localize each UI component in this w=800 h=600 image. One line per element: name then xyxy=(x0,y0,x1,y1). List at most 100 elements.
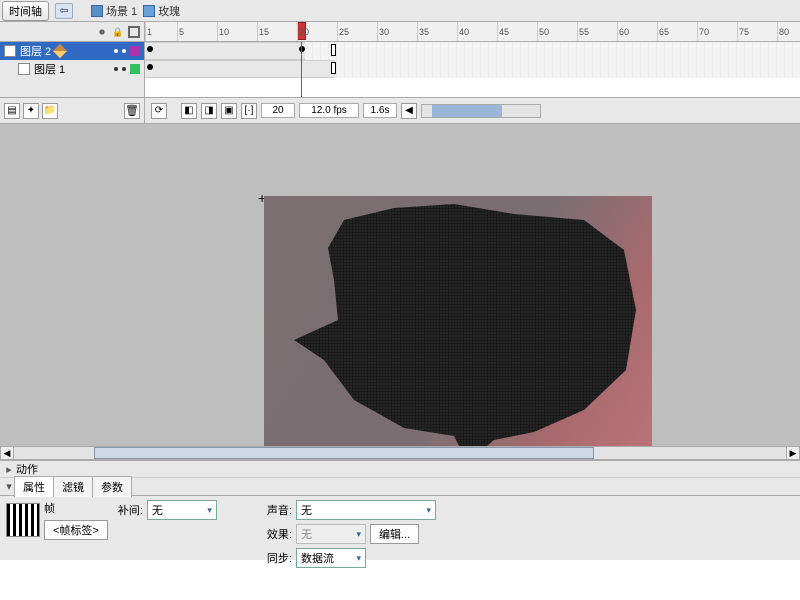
ruler-tick: 10 xyxy=(217,22,229,41)
tween-select[interactable]: 无▾ xyxy=(147,500,217,520)
symbol-label: 玫瑰 xyxy=(158,3,180,19)
lock-icon[interactable] xyxy=(112,26,124,38)
timeline-scrollbar[interactable] xyxy=(421,104,541,118)
ruler-tick: 5 xyxy=(177,22,184,41)
ruler-tick: 25 xyxy=(337,22,349,41)
chevron-down-icon: ▾ xyxy=(207,505,212,516)
scroll-left-icon[interactable]: ◀ xyxy=(0,446,14,460)
sync-label: 同步: xyxy=(267,550,292,566)
layer-color-chip[interactable] xyxy=(130,64,140,74)
ruler-tick: 55 xyxy=(577,22,589,41)
ruler-tick: 35 xyxy=(417,22,429,41)
new-motion-button[interactable]: ✦ xyxy=(23,103,39,119)
pencil-icon xyxy=(53,44,67,58)
outline-icon[interactable] xyxy=(128,26,140,38)
lock-dot[interactable] xyxy=(122,49,126,53)
frame-info: 帧 <帧标签> xyxy=(6,500,108,540)
delete-layer-button[interactable] xyxy=(124,103,140,119)
effect-label: 效果: xyxy=(267,526,292,542)
new-layer-button[interactable]: ▤ xyxy=(4,103,20,119)
scroll-right-icon[interactable]: ▶ xyxy=(786,446,800,460)
chevron-down-icon: ▾ xyxy=(356,529,361,540)
back-arrow-icon[interactable]: ⇦ xyxy=(55,3,73,19)
keyframe-icon[interactable] xyxy=(147,64,153,70)
scene-label: 场景 1 xyxy=(106,3,137,19)
layers-area: 图层 2 图层 1 xyxy=(0,42,800,98)
panel-title: 动作 xyxy=(16,461,38,477)
layer-header-icons xyxy=(0,22,145,41)
layer-name: 图层 1 xyxy=(34,61,65,77)
scene-icon xyxy=(91,5,103,17)
symbol-icon xyxy=(143,5,155,17)
ruler-tick: 45 xyxy=(497,22,509,41)
onion-skin-button[interactable]: ◧ xyxy=(181,103,197,119)
ruler-tick: 40 xyxy=(457,22,469,41)
ruler-tick: 75 xyxy=(737,22,749,41)
visibility-dot[interactable] xyxy=(114,49,118,53)
frame-tag-button[interactable]: <帧标签> xyxy=(44,520,108,540)
visibility-icon[interactable] xyxy=(96,26,108,38)
onion-markers-button[interactable]: [·] xyxy=(241,103,257,119)
tween-label: 补间: xyxy=(118,502,143,518)
top-bar: 时间轴 ⇦ 场景 1 玫瑰 xyxy=(0,0,800,22)
stage[interactable]: + ◀ ▶ xyxy=(0,124,800,460)
sync-select[interactable]: 数据流▾ xyxy=(296,548,366,568)
disclosure-icon[interactable]: ▾ xyxy=(4,480,14,493)
tab-filters[interactable]: 滤镜 xyxy=(53,476,93,497)
end-frame-icon[interactable] xyxy=(331,62,336,74)
properties-panel: 帧 <帧标签> 补间: 无▾ 声音: 无▾ 效果: 无▾ 编辑... 同步 xyxy=(0,496,800,560)
chevron-down-icon: ▾ xyxy=(426,505,431,516)
frames-column[interactable] xyxy=(145,42,800,97)
current-frame: 20 xyxy=(261,103,295,118)
scroll-left-button[interactable]: ◀ xyxy=(401,103,417,119)
ruler-tick: 70 xyxy=(697,22,709,41)
stage-scrollbar[interactable]: ◀ ▶ xyxy=(0,446,800,460)
layer-name: 图层 2 xyxy=(20,43,51,59)
new-folder-button[interactable]: 📁 xyxy=(42,103,58,119)
layer-color-chip[interactable] xyxy=(130,46,140,56)
tab-params[interactable]: 参数 xyxy=(92,476,132,497)
layers-column: 图层 2 图层 1 xyxy=(0,42,145,97)
layer-icon xyxy=(4,45,16,57)
ruler-tick: 80 xyxy=(777,22,789,41)
edit-effect-button[interactable]: 编辑... xyxy=(370,524,419,544)
ruler-tick: 1 xyxy=(145,22,152,41)
end-frame-icon[interactable] xyxy=(331,44,336,56)
layer-row[interactable]: 图层 2 xyxy=(0,42,144,60)
center-frame-button[interactable]: ⟳ xyxy=(151,103,167,119)
scrollbar-thumb[interactable] xyxy=(94,447,594,459)
edit-multiple-button[interactable]: ▣ xyxy=(221,103,237,119)
breadcrumb-item[interactable]: 玫瑰 xyxy=(143,3,180,19)
sound-select[interactable]: 无▾ xyxy=(296,500,436,520)
tab-properties[interactable]: 属性 xyxy=(14,476,54,497)
ruler-tick: 65 xyxy=(657,22,669,41)
sound-group: 声音: 无▾ 效果: 无▾ 编辑... 同步: 数据流▾ xyxy=(267,500,436,568)
frame-label: 帧 xyxy=(44,500,108,516)
frame-swatch-icon xyxy=(6,503,40,537)
breadcrumb[interactable]: 场景 1 xyxy=(91,3,137,19)
keyframe-icon[interactable] xyxy=(147,46,153,52)
layer-row[interactable]: 图层 1 xyxy=(0,60,144,78)
canvas[interactable] xyxy=(264,196,652,452)
layer-icon xyxy=(18,63,30,75)
lock-dot[interactable] xyxy=(122,67,126,71)
timeline-footer: ▤ ✦ 📁 ⟳ ◧ ◨ ▣ [·] 20 12.0 fps 1.6s ◀ xyxy=(0,98,800,124)
onion-outline-button[interactable]: ◨ xyxy=(201,103,217,119)
effect-select[interactable]: 无▾ xyxy=(296,524,366,544)
visibility-dot[interactable] xyxy=(114,67,118,71)
elapsed-time: 1.6s xyxy=(363,103,397,118)
selected-shape[interactable] xyxy=(284,200,644,452)
ruler-tick: 50 xyxy=(537,22,549,41)
layer-controls: ▤ ✦ 📁 xyxy=(0,98,145,123)
sound-label: 声音: xyxy=(267,502,292,518)
tween-group: 补间: 无▾ xyxy=(118,500,217,520)
timeline-status: ⟳ ◧ ◨ ▣ [·] 20 12.0 fps 1.6s ◀ xyxy=(145,98,800,123)
keyframe-icon[interactable] xyxy=(299,46,305,52)
playhead-line xyxy=(301,42,302,97)
frame-ruler[interactable]: 15101520253035404550556065707580859095 xyxy=(145,22,800,41)
fps-display: 12.0 fps xyxy=(299,103,359,118)
ruler-tick: 20 xyxy=(297,22,309,41)
timeline-tab[interactable]: 时间轴 xyxy=(2,1,49,21)
chevron-down-icon: ▾ xyxy=(356,553,361,564)
disclosure-icon[interactable]: ▸ xyxy=(4,463,14,476)
